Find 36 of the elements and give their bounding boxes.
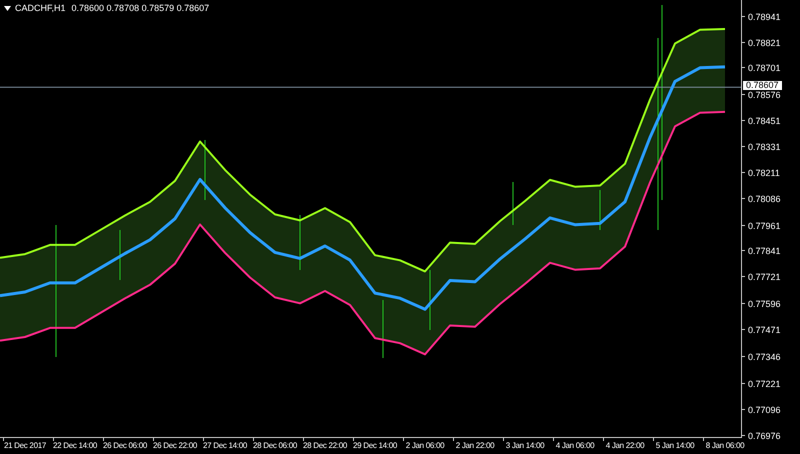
price-axis-label: 0.76976 (748, 431, 781, 441)
current-price-tag: 0.78607 (743, 81, 782, 90)
price-axis-label: 0.78086 (748, 194, 781, 204)
time-axis-label: 26 Dec 06:00 (103, 440, 147, 451)
price-axis-label: 0.78451 (748, 116, 781, 126)
time-axis-label: 3 Jan 14:00 (506, 440, 544, 451)
price-axis-label: 0.78576 (748, 90, 781, 100)
time-axis-label: 22 Dec 14:00 (53, 440, 97, 451)
time-axis-label: 2 Jan 22:00 (456, 440, 494, 451)
price-axis-label: 0.77721 (748, 272, 781, 282)
time-axis-label: 26 Dec 22:00 (153, 440, 197, 451)
time-axis-label: 28 Dec 06:00 (253, 440, 297, 451)
price-axis-label: 0.78701 (748, 63, 781, 73)
time-axis-label: 29 Dec 14:00 (353, 440, 397, 451)
time-axis-label: 2 Jan 06:00 (406, 440, 444, 451)
price-axis-label: 0.77096 (748, 405, 781, 415)
price-axis-label: 0.77471 (748, 325, 781, 335)
price-axis-label: 0.77841 (748, 246, 781, 256)
dropdown-triangle-icon[interactable] (4, 6, 11, 10)
time-axis-label: 5 Jan 14:00 (656, 440, 694, 451)
symbol-label: CADCHF,H1 (15, 2, 66, 14)
price-axis-label: 0.78211 (748, 168, 780, 178)
ohlc-values: 0.78600 0.78708 0.78579 0.78607 (72, 2, 210, 14)
time-axis-label: 28 Dec 22:00 (303, 440, 347, 451)
price-axis-label: 0.78821 (748, 38, 781, 48)
price-axis-label: 0.78941 (748, 12, 781, 22)
price-axis-label: 0.78331 (748, 142, 781, 152)
time-axis-label: 8 Jan 06:00 (706, 440, 744, 451)
price-axis-label: 0.77221 (748, 379, 781, 389)
price-axis-label: 0.77346 (748, 352, 781, 362)
time-axis-label: 4 Jan 06:00 (556, 440, 594, 451)
price-axis-label: 0.77596 (748, 299, 781, 309)
price-axis-label: 0.77961 (748, 221, 781, 231)
time-axis-label: 21 Dec 2017 (4, 440, 46, 451)
time-axis-label: 27 Dec 14:00 (203, 440, 247, 451)
time-axis-label: 4 Jan 22:00 (606, 440, 644, 451)
